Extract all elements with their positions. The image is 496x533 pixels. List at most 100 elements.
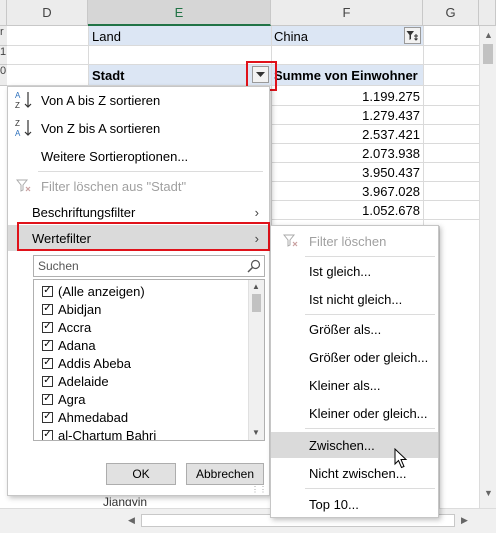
value-cell[interactable]: 3.950.437: [275, 165, 420, 180]
chevron-right-icon: ›: [254, 204, 259, 220]
submenu-item-clear-filter[interactable]: Filter löschen: [271, 228, 438, 254]
scroll-up-icon[interactable]: ▲: [484, 30, 493, 40]
column-header-stub[interactable]: [0, 0, 7, 26]
scroll-up-icon[interactable]: ▲: [252, 282, 260, 291]
list-item-label: Ahmedabad: [58, 409, 129, 425]
mouse-cursor-icon: [394, 448, 408, 469]
checkbox-checked-icon[interactable]: [42, 393, 53, 405]
land-label-cell[interactable]: Land: [92, 29, 121, 44]
scroll-left-icon[interactable]: ◀: [128, 515, 135, 526]
ok-button[interactable]: OK: [106, 463, 176, 485]
land-value-cell[interactable]: China: [274, 29, 308, 44]
checkbox-checked-icon[interactable]: [42, 303, 53, 315]
list-item[interactable]: Accra: [42, 318, 91, 336]
checkbox-checked-icon[interactable]: [42, 429, 53, 440]
list-item[interactable]: Agra: [42, 390, 85, 408]
value-cell[interactable]: 1.052.678: [275, 203, 420, 218]
checkbox-checked-icon[interactable]: [42, 357, 53, 369]
vertical-scrollbar[interactable]: ▲ ▼: [479, 26, 496, 509]
list-item-label: Abidjan: [58, 301, 102, 317]
scroll-down-icon[interactable]: ▼: [484, 488, 493, 498]
column-header-e[interactable]: E: [88, 0, 271, 26]
submenu-item-greater-equal[interactable]: Größer oder gleich...: [271, 344, 438, 370]
submenu-item-between[interactable]: Zwischen...: [271, 432, 438, 458]
gridline: [271, 200, 479, 201]
search-icon: [247, 259, 261, 276]
menu-item-clear-filter[interactable]: Filter löschen aus "Stadt": [8, 173, 269, 199]
column-header-g[interactable]: G: [423, 0, 479, 26]
submenu-item-less-equal[interactable]: Kleiner oder gleich...: [271, 400, 438, 426]
search-placeholder: Suchen: [38, 259, 79, 273]
checkbox-checked-icon[interactable]: [42, 321, 53, 333]
submenu-not-equal-label: Ist nicht gleich...: [309, 291, 403, 307]
submenu-between-label: Zwischen...: [309, 437, 375, 453]
value-cell[interactable]: 1.199.275: [275, 89, 420, 104]
scroll-right-icon[interactable]: ▶: [461, 515, 468, 526]
list-item[interactable]: Adelaide: [42, 372, 109, 390]
column-header-f[interactable]: F: [271, 0, 423, 26]
list-scrollbar[interactable]: ▲ ▼: [248, 280, 264, 440]
submenu-item-not-equal[interactable]: Ist nicht gleich...: [271, 286, 438, 312]
checkbox-checked-icon[interactable]: [42, 411, 53, 423]
search-input[interactable]: Suchen: [33, 255, 265, 277]
city-header-cell[interactable]: Stadt: [92, 68, 125, 83]
submenu-top10-label: Top 10...: [309, 496, 359, 512]
more-sort-label: Weitere Sortieroptionen...: [41, 148, 189, 164]
list-item[interactable]: Adana: [42, 336, 96, 354]
row-header[interactable]: 0: [0, 65, 7, 86]
menu-separator: [305, 256, 435, 257]
value-cell[interactable]: 2.537.421: [275, 127, 420, 142]
label-filter-label: Beschriftungsfilter: [32, 204, 136, 220]
checkbox-checked-icon[interactable]: [42, 375, 53, 387]
list-item-label: Agra: [58, 391, 86, 407]
list-item[interactable]: Addis Abeba: [42, 354, 131, 372]
sum-header-cell[interactable]: Summe von Einwohner: [274, 68, 418, 83]
submenu-item-top10[interactable]: Top 10...: [271, 491, 438, 517]
svg-text:Z: Z: [15, 119, 20, 128]
scroll-thumb[interactable]: [483, 44, 493, 64]
submenu-less-equal-label: Kleiner oder gleich...: [309, 405, 428, 421]
submenu-item-equal[interactable]: Ist gleich...: [271, 258, 438, 284]
value-list[interactable]: (Alle anzeigen) Abidjan Accra Adana Addi…: [33, 279, 265, 441]
pivot-filter-row-fill: [88, 26, 423, 46]
resize-grip-icon[interactable]: ⋮⋮: [251, 485, 267, 494]
list-item[interactable]: (Alle anzeigen): [42, 282, 145, 300]
menu-item-sort-za[interactable]: Z A Von Z bis A sortieren: [8, 115, 269, 141]
checkbox-checked-icon[interactable]: [42, 285, 53, 297]
menu-item-sort-az[interactable]: A Z Von A bis Z sortieren: [8, 87, 269, 113]
checkbox-checked-icon[interactable]: [42, 339, 53, 351]
submenu-item-greater[interactable]: Größer als...: [271, 316, 438, 342]
svg-text:Z: Z: [15, 101, 20, 110]
list-item[interactable]: al-Chartum Bahri: [42, 426, 156, 440]
list-item-label: Adelaide: [58, 373, 109, 389]
menu-item-more-sort-options[interactable]: Weitere Sortieroptionen...: [8, 143, 269, 169]
submenu-clear-label: Filter löschen: [309, 233, 387, 249]
scroll-thumb[interactable]: [252, 294, 261, 312]
row-header[interactable]: r: [0, 26, 7, 46]
menu-separator: [305, 488, 435, 489]
row-header[interactable]: 1: [0, 46, 7, 65]
list-item-label: Addis Abeba: [58, 355, 132, 371]
land-filter-button[interactable]: [404, 27, 421, 44]
value-cell[interactable]: 1.279.437: [275, 108, 420, 123]
gridline: [271, 26, 272, 226]
gridline: [271, 181, 479, 182]
gridline: [439, 226, 440, 508]
value-cell[interactable]: 3.967.028: [275, 184, 420, 199]
value-cell[interactable]: 2.073.938: [275, 146, 420, 161]
autofilter-menu: A Z Von A bis Z sortieren Z A Von Z bis …: [7, 86, 270, 496]
list-item-label: Adana: [58, 337, 96, 353]
cancel-button[interactable]: Abbrechen: [186, 463, 264, 485]
list-item[interactable]: Ahmedabad: [42, 408, 128, 426]
scroll-down-icon[interactable]: ▼: [252, 428, 260, 437]
submenu-item-less[interactable]: Kleiner als...: [271, 372, 438, 398]
value-filter-submenu: Filter löschen Ist gleich... Ist nicht g…: [270, 225, 439, 518]
gridline: [271, 105, 479, 106]
gridline: [7, 45, 479, 46]
submenu-greater-label: Größer als...: [309, 321, 382, 337]
column-header-d[interactable]: D: [7, 0, 88, 26]
submenu-item-not-between[interactable]: Nicht zwischen...: [271, 460, 438, 486]
list-item[interactable]: Abidjan: [42, 300, 101, 318]
column-header-corner: [479, 0, 496, 26]
sort-za-label: Von Z bis A sortieren: [41, 120, 161, 136]
